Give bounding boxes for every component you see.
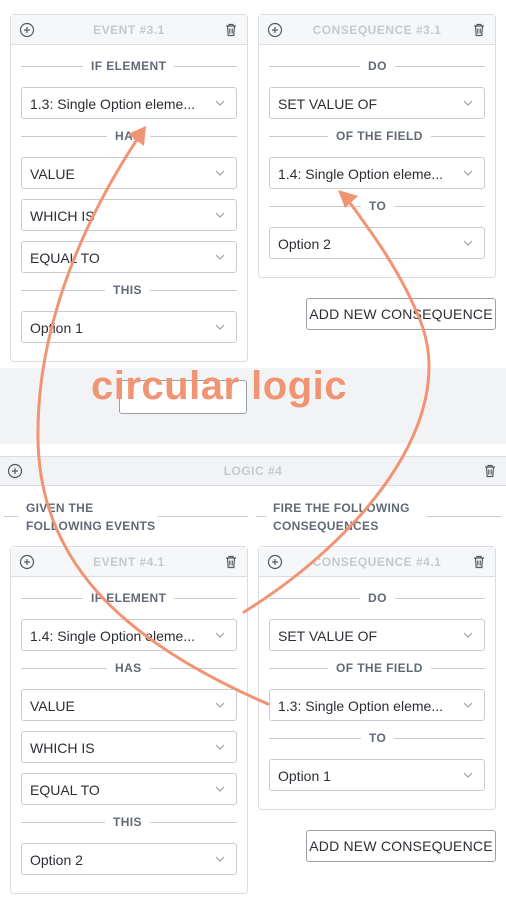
consequence-card-header: CONSEQUENCE #4.1	[259, 547, 495, 577]
do-select-value: SET VALUE OF	[278, 628, 378, 644]
add-new-consequence-button[interactable]: ADD NEW CONSEQUENCE	[306, 830, 496, 862]
do-label: DO	[360, 591, 395, 605]
chevron-down-icon	[215, 744, 225, 750]
event-card-3-1: EVENT #3.1 IF ELEMENT 1.3: Single Option…	[10, 14, 248, 362]
field-select-value: 1.4: Single Option eleme...	[278, 166, 443, 182]
to-select[interactable]: Option 1	[269, 759, 485, 791]
element-select-value: 1.4: Single Option eleme...	[30, 628, 195, 644]
trash-icon[interactable]	[471, 554, 487, 570]
divider	[426, 516, 502, 517]
chevron-down-icon	[463, 632, 473, 638]
chevron-down-icon	[463, 702, 473, 708]
consequence-title: CONSEQUENCE #3.1	[312, 23, 442, 37]
consequence-card-header: CONSEQUENCE #3.1	[259, 15, 495, 45]
do-select-value: SET VALUE OF	[278, 96, 378, 112]
given-label-line-2: FOLLOWING EVENTS	[26, 519, 156, 533]
event-title: EVENT #3.1	[93, 23, 165, 37]
equal-to-select-value: EQUAL TO	[30, 250, 100, 266]
trash-icon[interactable]	[223, 22, 239, 38]
chevron-down-icon	[215, 254, 225, 260]
consequence-card-3-1: CONSEQUENCE #3.1 DO SET VALUE OF OF THE …	[258, 14, 496, 278]
chevron-down-icon	[463, 100, 473, 106]
trash-icon[interactable]	[471, 22, 487, 38]
which-is-select-value: WHICH IS	[30, 208, 95, 224]
which-is-select-value: WHICH IS	[30, 740, 95, 756]
which-is-select[interactable]: WHICH IS	[21, 199, 237, 231]
event-card-header: EVENT #3.1	[11, 15, 247, 45]
to-select-value: Option 1	[278, 768, 331, 784]
of-the-field-label: OF THE FIELD	[328, 661, 431, 675]
given-events-label: GIVEN THE FOLLOWING EVENTS	[26, 499, 155, 535]
consequence-title: CONSEQUENCE #4.1	[312, 555, 442, 569]
this-select[interactable]: Option 2	[21, 843, 237, 875]
element-select[interactable]: 1.4: Single Option eleme...	[21, 619, 237, 651]
consequence-card-4-1: CONSEQUENCE #4.1 DO SET VALUE OF OF THE …	[258, 546, 496, 810]
chevron-down-icon	[215, 786, 225, 792]
equal-to-select[interactable]: EQUAL TO	[21, 773, 237, 805]
has-label: HAS	[107, 661, 150, 675]
to-select[interactable]: Option 2	[269, 227, 485, 259]
do-select[interactable]: SET VALUE OF	[269, 619, 485, 651]
fire-consequences-label: FIRE THE FOLLOWING CONSEQUENCES	[273, 499, 410, 535]
has-select[interactable]: VALUE	[21, 157, 237, 189]
event-card-header: EVENT #4.1	[11, 547, 247, 577]
chevron-down-icon	[215, 632, 225, 638]
trash-icon[interactable]	[223, 554, 239, 570]
divider	[158, 516, 248, 517]
of-the-field-label: OF THE FIELD	[328, 129, 431, 143]
this-label: THIS	[105, 815, 150, 829]
chevron-down-icon	[463, 170, 473, 176]
chevron-down-icon	[215, 212, 225, 218]
equal-to-select-value: EQUAL TO	[30, 782, 100, 798]
which-is-select[interactable]: WHICH IS	[21, 731, 237, 763]
given-label-line-1: GIVEN THE	[26, 501, 94, 515]
divider	[256, 516, 266, 517]
has-label: HAS	[107, 129, 150, 143]
circular-logic-annotation: circular logic	[91, 364, 347, 408]
fire-label-line-1: FIRE THE FOLLOWING	[273, 501, 410, 515]
element-select-value: 1.3: Single Option eleme...	[30, 96, 195, 112]
has-select-value: VALUE	[30, 166, 75, 182]
chevron-down-icon	[463, 240, 473, 246]
has-select[interactable]: VALUE	[21, 689, 237, 721]
divider	[4, 516, 18, 517]
add-new-consequence-button[interactable]: ADD NEW CONSEQUENCE	[306, 298, 496, 330]
chevron-down-icon	[215, 856, 225, 862]
do-label: DO	[360, 59, 395, 73]
chevron-down-icon	[215, 100, 225, 106]
trash-icon[interactable]	[482, 463, 498, 479]
this-select[interactable]: Option 1	[21, 311, 237, 343]
chevron-down-icon	[463, 772, 473, 778]
this-select-value: Option 2	[30, 852, 83, 868]
do-select[interactable]: SET VALUE OF	[269, 87, 485, 119]
event-card-4-1: EVENT #4.1 IF ELEMENT 1.4: Single Option…	[10, 546, 248, 894]
has-select-value: VALUE	[30, 698, 75, 714]
event-title: EVENT #4.1	[93, 555, 165, 569]
equal-to-select[interactable]: EQUAL TO	[21, 241, 237, 273]
to-label: TO	[361, 199, 395, 213]
if-element-label: IF ELEMENT	[83, 591, 175, 605]
field-select[interactable]: 1.4: Single Option eleme...	[269, 157, 485, 189]
logic-4-title: LOGIC #4	[223, 464, 283, 478]
to-label: TO	[361, 731, 395, 745]
if-element-label: IF ELEMENT	[83, 59, 175, 73]
this-select-value: Option 1	[30, 320, 83, 336]
chevron-down-icon	[215, 324, 225, 330]
field-select[interactable]: 1.3: Single Option eleme...	[269, 689, 485, 721]
this-label: THIS	[105, 283, 150, 297]
field-select-value: 1.3: Single Option eleme...	[278, 698, 443, 714]
fire-label-line-2: CONSEQUENCES	[273, 519, 379, 533]
chevron-down-icon	[215, 170, 225, 176]
chevron-down-icon	[215, 702, 225, 708]
to-select-value: Option 2	[278, 236, 331, 252]
element-select[interactable]: 1.3: Single Option eleme...	[21, 87, 237, 119]
